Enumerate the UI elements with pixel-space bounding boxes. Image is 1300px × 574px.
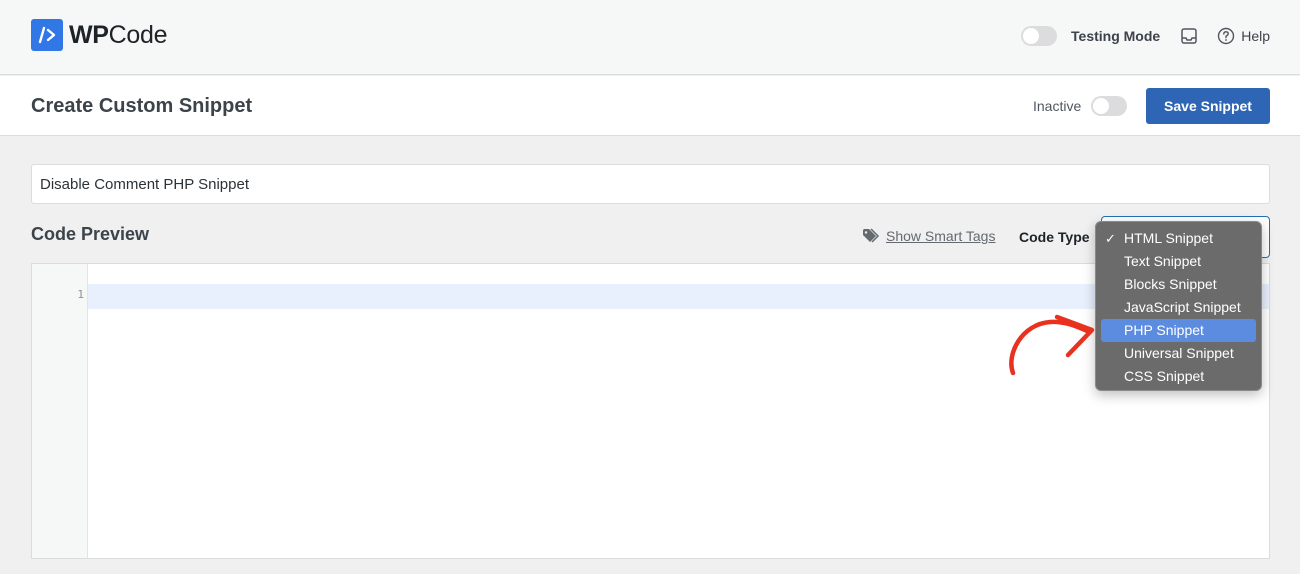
editor-gutter [32, 264, 88, 558]
logo-text: WPCode [69, 20, 168, 49]
status-label: Inactive [1033, 98, 1082, 114]
option-html-snippet[interactable]: ✓ HTML Snippet [1101, 227, 1256, 250]
inbox-icon[interactable] [1180, 27, 1198, 45]
line-number: 1 [77, 288, 84, 301]
active-line-highlight [88, 284, 1269, 309]
top-right-controls: Testing Mode Help [1021, 25, 1270, 47]
checkmark-icon: ✓ [1105, 231, 1116, 246]
option-text-snippet[interactable]: Text Snippet [1101, 250, 1256, 273]
code-slash-icon [31, 19, 63, 51]
smart-tags-label: Show Smart Tags [886, 228, 996, 244]
code-type-dropdown: ✓ HTML Snippet Text Snippet Blocks Snippe… [1095, 221, 1262, 391]
save-snippet-button[interactable]: Save Snippet [1146, 88, 1270, 124]
option-javascript-snippet[interactable]: JavaScript Snippet [1101, 296, 1256, 319]
wpcode-logo[interactable]: WPCode [31, 19, 168, 51]
option-css-snippet[interactable]: CSS Snippet [1101, 365, 1256, 388]
option-blocks-snippet[interactable]: Blocks Snippet [1101, 273, 1256, 296]
help-link[interactable]: Help [1241, 28, 1270, 44]
testing-mode-label: Testing Mode [1071, 28, 1161, 44]
show-smart-tags-link[interactable]: Show Smart Tags [862, 228, 995, 244]
snippet-active-toggle[interactable] [1091, 96, 1127, 116]
top-bar: WPCode Testing Mode Help [0, 0, 1300, 75]
option-universal-snippet[interactable]: Universal Snippet [1101, 342, 1256, 365]
tags-icon [863, 228, 880, 243]
annotation-arrow-icon [1009, 314, 1095, 376]
page-header: Create Custom Snippet Inactive Save Snip… [0, 76, 1300, 136]
option-php-snippet[interactable]: PHP Snippet [1101, 319, 1256, 342]
help-circle-icon[interactable] [1217, 27, 1235, 45]
code-preview-heading: Code Preview [31, 224, 150, 244]
code-editor[interactable]: 1 [31, 263, 1270, 559]
snippet-title-input[interactable] [31, 164, 1270, 204]
testing-mode-toggle[interactable] [1021, 26, 1058, 46]
code-type-label: Code Type [1019, 229, 1090, 245]
page-title: Create Custom Snippet [31, 95, 253, 117]
